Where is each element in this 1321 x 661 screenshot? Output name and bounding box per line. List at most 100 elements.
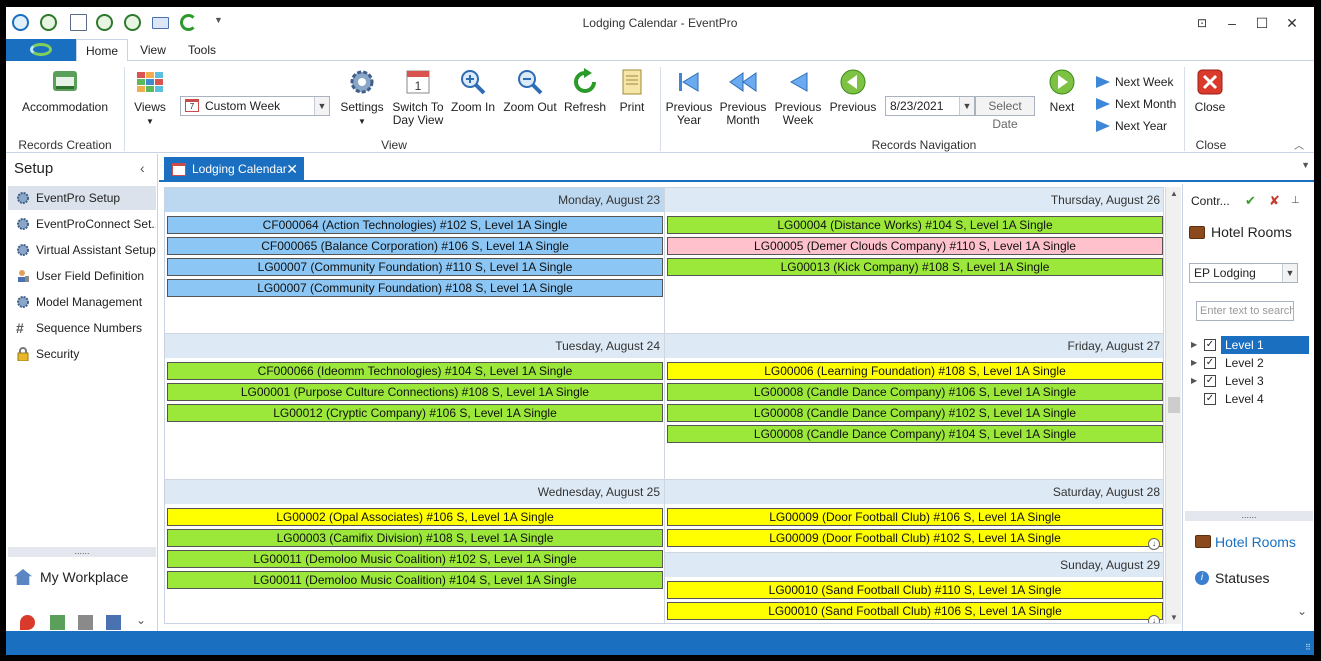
booking-appointment[interactable]: CF000064 (Action Technologies) #102 S, L… — [167, 216, 663, 234]
day-header[interactable]: Tuesday, August 24 — [165, 334, 664, 358]
sidebar-item-virtual-assistant-setup[interactable]: Virtual Assistant Setup — [8, 238, 156, 262]
booking-appointment[interactable]: LG00007 (Community Foundation) #108 S, L… — [167, 279, 663, 297]
tab-view[interactable]: View — [130, 39, 176, 61]
booking-appointment[interactable]: LG00008 (Candle Dance Company) #104 S, L… — [667, 425, 1163, 443]
previous-button[interactable]: Previous — [826, 67, 880, 114]
building-icon[interactable] — [78, 615, 93, 630]
day-header[interactable]: Monday, August 23 — [165, 188, 664, 212]
booking-appointment[interactable]: LG00004 (Distance Works) #104 S, Level 1… — [667, 216, 1163, 234]
next-year-button[interactable]: Next Year — [1096, 117, 1167, 135]
booking-appointment[interactable]: CF000065 (Balance Corporation) #106 S, L… — [167, 237, 663, 255]
close-button[interactable]: Close — [1190, 67, 1230, 114]
booking-appointment[interactable]: LG00011 (Demoloo Music Coalition) #102 S… — [167, 550, 663, 568]
day-header[interactable]: Sunday, August 29 — [665, 553, 1163, 577]
sidebar-item-sequence-numbers[interactable]: # Sequence Numbers — [8, 316, 156, 340]
expand-icon[interactable]: ▶ — [1191, 372, 1197, 390]
lodging-combo[interactable]: EP Lodging ▼ — [1189, 263, 1298, 283]
calendar-scrollbar[interactable]: ▲ ▼ — [1165, 187, 1181, 624]
maximize-button[interactable]: ☐ — [1252, 13, 1272, 33]
previous-month-button[interactable]: Previous Month — [716, 67, 770, 127]
booking-appointment[interactable]: LG00008 (Candle Dance Company) #102 S, L… — [667, 404, 1163, 422]
booking-appointment[interactable]: LG00009 (Door Football Club) #106 S, Lev… — [667, 508, 1163, 526]
zoom-out-button[interactable]: Zoom Out — [500, 67, 560, 114]
chevron-down-icon[interactable]: ⌄ — [1297, 604, 1307, 618]
booking-appointment[interactable]: LG00005 (Demer Clouds Company) #110 S, L… — [667, 237, 1163, 255]
chevron-down-icon[interactable]: ▼ — [959, 97, 974, 115]
booking-appointment[interactable]: LG00001 (Purpose Culture Connections) #1… — [167, 383, 663, 401]
statuses-link[interactable]: i Statuses — [1195, 570, 1269, 586]
refresh-button[interactable]: Refresh — [562, 67, 608, 114]
booking-appointment[interactable]: LG00007 (Community Foundation) #110 S, L… — [167, 258, 663, 276]
tree-item-level-4[interactable]: ✓ Level 4 — [1185, 390, 1311, 408]
tab-tools[interactable]: Tools — [178, 39, 226, 61]
sidebar-splitter[interactable]: ...... — [8, 547, 156, 557]
pin-window-icon[interactable]: ⊡ — [1192, 13, 1212, 33]
panel-splitter[interactable]: ...... — [1185, 511, 1313, 521]
day-header[interactable]: Friday, August 27 — [665, 334, 1163, 358]
booking-appointment[interactable]: LG00010 (Sand Football Club) #110 S, Lev… — [667, 581, 1163, 599]
booking-appointment[interactable]: LG00002 (Opal Associates) #106 S, Level … — [167, 508, 663, 526]
resize-grip-icon[interactable]: ⠿ — [1305, 643, 1311, 652]
booking-appointment[interactable]: LG00008 (Candle Dance Company) #106 S, L… — [667, 383, 1163, 401]
expand-icon[interactable]: ▶ — [1191, 336, 1197, 354]
checkbox-checked-icon[interactable]: ✓ — [1204, 357, 1216, 369]
application-menu-button[interactable] — [6, 39, 76, 61]
next-button[interactable]: Next — [1042, 67, 1082, 114]
tabs-dropdown-icon[interactable]: ▼ — [1301, 160, 1310, 170]
booking-appointment[interactable]: LG00003 (Camifix Division) #108 S, Level… — [167, 529, 663, 547]
booking-appointment[interactable]: LG00013 (Kick Company) #108 S, Level 1A … — [667, 258, 1163, 276]
switch-to-day-view-button[interactable]: 1 Switch To Day View — [390, 67, 446, 127]
tab-lodging-calendar[interactable]: Lodging Calendar ✕ — [164, 157, 304, 181]
booking-appointment[interactable]: LG00012 (Cryptic Company) #106 S, Level … — [167, 404, 663, 422]
scroll-down-icon[interactable]: ▼ — [1166, 613, 1182, 622]
checkbox-checked-icon[interactable]: ✓ — [1204, 375, 1216, 387]
select-date-button[interactable]: Select Date — [975, 96, 1035, 131]
day-header[interactable]: Thursday, August 26 — [665, 188, 1163, 212]
tab-home[interactable]: Home — [76, 39, 128, 62]
user-list-icon[interactable] — [106, 615, 121, 630]
day-header[interactable]: Saturday, August 28 — [665, 480, 1163, 504]
day-header[interactable]: Wednesday, August 25 — [165, 480, 664, 504]
close-window-button[interactable]: ✕ — [1282, 13, 1302, 33]
pin-panel-icon[interactable]: ⊥ — [1291, 195, 1303, 207]
more-appointments-icon[interactable]: ↓ — [1148, 538, 1160, 550]
zoom-in-button[interactable]: Zoom In — [450, 67, 496, 114]
uncheck-all-icon[interactable]: ✘ — [1269, 194, 1281, 207]
chevron-down-icon[interactable]: ⌄ — [136, 613, 146, 627]
minimize-button[interactable]: – — [1222, 13, 1242, 33]
tree-item-level-2[interactable]: ▶ ✓ Level 2 — [1185, 354, 1311, 372]
booking-appointment[interactable]: CF000066 (Ideomm Technologies) #104 S, L… — [167, 362, 663, 380]
chevron-down-icon[interactable]: ▼ — [314, 97, 329, 115]
more-appointments-icon[interactable]: ↓ — [1148, 615, 1160, 623]
tree-item-level-1[interactable]: ▶ ✓ Level 1 — [1185, 336, 1311, 354]
sidebar-item-security[interactable]: Security — [8, 342, 156, 366]
expand-icon[interactable]: ▶ — [1191, 354, 1197, 372]
booking-appointment[interactable]: LG00011 (Demoloo Music Coalition) #104 S… — [167, 571, 663, 589]
booking-appointment[interactable]: LG00010 (Sand Football Club) #106 S, Lev… — [667, 602, 1163, 620]
previous-year-button[interactable]: Previous Year — [664, 67, 714, 127]
previous-week-button[interactable]: Previous Week — [772, 67, 824, 127]
close-tab-icon[interactable]: ✕ — [286, 157, 298, 181]
scroll-up-icon[interactable]: ▲ — [1166, 189, 1182, 198]
sidebar-item-user-field-definition[interactable]: User Field Definition — [8, 264, 156, 288]
sidebar-item-model-management[interactable]: Model Management — [8, 290, 156, 314]
chevron-down-icon[interactable]: ▼ — [1282, 264, 1297, 282]
accommodation-icon[interactable] — [50, 615, 65, 630]
accommodation-button[interactable]: Accommodation — [20, 67, 110, 114]
collapse-sidebar-icon[interactable]: ‹ — [140, 160, 145, 176]
hotel-rooms-link[interactable]: Hotel Rooms — [1195, 534, 1296, 550]
views-button[interactable]: Views ▼ — [130, 67, 170, 128]
settings-button[interactable]: Settings ▼ — [338, 67, 386, 128]
sidebar-item-eventpro-setup[interactable]: EventPro Setup — [8, 186, 156, 210]
booking-appointment[interactable]: LG00009 (Door Football Club) #102 S, Lev… — [667, 529, 1163, 547]
date-picker[interactable]: 8/23/2021 ▼ — [885, 96, 975, 116]
pin-icon[interactable] — [20, 615, 35, 630]
scrollbar-thumb[interactable] — [1168, 397, 1180, 413]
sidebar-item-eventproconnect-setup[interactable]: EventProConnect Set... — [8, 212, 156, 236]
check-all-icon[interactable]: ✔ — [1245, 194, 1257, 207]
next-month-button[interactable]: Next Month — [1096, 95, 1176, 113]
collapse-ribbon-icon[interactable]: ︿ — [1294, 137, 1304, 152]
checkbox-checked-icon[interactable]: ✓ — [1204, 393, 1216, 405]
checkbox-checked-icon[interactable]: ✓ — [1204, 339, 1216, 351]
next-week-button[interactable]: Next Week — [1096, 73, 1173, 91]
